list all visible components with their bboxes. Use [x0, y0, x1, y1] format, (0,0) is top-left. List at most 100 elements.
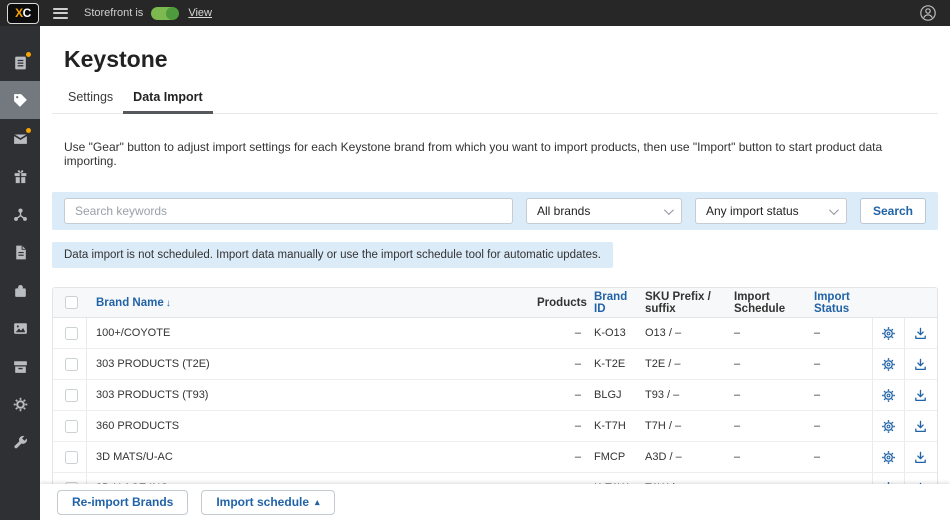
products-cell: –: [537, 420, 585, 432]
view-storefront-link[interactable]: View: [188, 7, 212, 19]
gear-settings-button[interactable]: [872, 349, 904, 379]
import-status-cell: –: [808, 389, 872, 401]
topbar: XC Storefront is View: [0, 0, 950, 26]
gear-settings-button[interactable]: [872, 442, 904, 472]
import-schedule-cell: –: [728, 358, 808, 370]
sku-cell: A3D / –: [639, 451, 728, 463]
search-button[interactable]: Search: [860, 198, 926, 224]
storefront-label: Storefront is: [84, 7, 143, 19]
table-row: 360 PRODUCTS – K-T7H T7H / – – –: [53, 411, 937, 442]
brand-name-cell: 360 PRODUCTS: [87, 420, 537, 432]
reimport-brands-button[interactable]: Re-import Brands: [57, 490, 188, 515]
table-row: 3D MATS/U-AC – FMCP A3D / – – –: [53, 442, 937, 473]
filter-panel: All brands Any import status Search: [52, 192, 938, 230]
import-schedule-cell: –: [728, 420, 808, 432]
sidebar-item-hub[interactable]: [0, 195, 40, 233]
row-checkbox[interactable]: [65, 451, 78, 464]
storefront-toggle[interactable]: [151, 7, 178, 20]
status-select[interactable]: Any import status: [695, 198, 847, 224]
table-row: 303 PRODUCTS (T2E) – K-T2E T2E / – – –: [53, 349, 937, 380]
search-input[interactable]: [64, 198, 513, 224]
tab-settings[interactable]: Settings: [58, 85, 123, 113]
column-import-schedule: Import Schedule: [728, 291, 808, 315]
column-sku-prefix-suffix: SKU Prefix / suffix: [639, 291, 728, 315]
brand-id-cell: K-O13: [585, 327, 639, 339]
brand-name-cell: 100+/COYOTE: [87, 327, 537, 339]
products-cell: –: [537, 451, 585, 463]
table-row: 100+/COYOTE – K-O13 O13 / – – –: [53, 318, 937, 349]
products-cell: –: [537, 327, 585, 339]
sidebar-item-wrench[interactable]: [0, 423, 40, 461]
import-schedule-cell: –: [728, 389, 808, 401]
column-brand-name[interactable]: Brand Name: [96, 297, 164, 309]
page-description: Use "Gear" button to adjust import setti…: [64, 140, 926, 168]
gear-settings-button[interactable]: [872, 318, 904, 348]
import-download-button[interactable]: [904, 380, 936, 410]
import-download-button[interactable]: [904, 442, 936, 472]
sidebar-item-gear[interactable]: [0, 385, 40, 423]
sidebar-item-tag[interactable]: [0, 81, 40, 119]
status-select-value: Any import status: [706, 204, 799, 218]
row-checkbox[interactable]: [65, 420, 78, 433]
account-icon[interactable]: [919, 4, 937, 22]
column-products: Products: [537, 297, 585, 309]
column-brand-id[interactable]: Brand ID: [585, 291, 639, 315]
import-download-button[interactable]: [904, 349, 936, 379]
tabs: Settings Data Import: [52, 85, 938, 114]
brand-id-cell: BLGJ: [585, 389, 639, 401]
tab-data-import[interactable]: Data Import: [123, 85, 212, 114]
sidebar-item-image[interactable]: [0, 309, 40, 347]
select-all-checkbox[interactable]: [65, 296, 78, 309]
notification-badge: [26, 52, 31, 57]
notification-badge: [26, 128, 31, 133]
page-title: Keystone: [64, 46, 926, 73]
app-logo[interactable]: XC: [7, 3, 39, 24]
table-body: 100+/COYOTE – K-O13 O13 / – – – 303 PROD…: [53, 318, 937, 504]
sku-cell: T7H / –: [639, 420, 728, 432]
sidebar-item-gift[interactable]: [0, 157, 40, 195]
row-checkbox[interactable]: [65, 327, 78, 340]
import-download-button[interactable]: [904, 411, 936, 441]
row-checkbox[interactable]: [65, 358, 78, 371]
sku-cell: T2E / –: [639, 358, 728, 370]
import-status-cell: –: [808, 451, 872, 463]
sidebar-item-file[interactable]: [0, 233, 40, 271]
gear-settings-button[interactable]: [872, 411, 904, 441]
sidebar-item-clipboard-list[interactable]: [0, 43, 40, 81]
table-row: 303 PRODUCTS (T93) – BLGJ T93 / – – –: [53, 380, 937, 411]
sort-descending-icon: ↓: [166, 298, 171, 309]
chevron-down-icon: [829, 205, 839, 215]
sidebar-item-inbox[interactable]: [0, 119, 40, 157]
brand-name-cell: 303 PRODUCTS (T93): [87, 389, 537, 401]
import-status-cell: –: [808, 327, 872, 339]
import-schedule-cell: –: [728, 327, 808, 339]
brand-id-cell: K-T7H: [585, 420, 639, 432]
caret-up-icon: ▴: [315, 497, 320, 508]
footer-bar: Re-import Brands Import schedule ▴: [40, 484, 950, 520]
sidebar-item-puzzle[interactable]: [0, 271, 40, 309]
brands-table: Brand Name↓ Products Brand ID SKU Prefix…: [52, 287, 938, 505]
import-status-cell: –: [808, 358, 872, 370]
notice-banner: Data import is not scheduled. Import dat…: [52, 242, 613, 268]
main-content: Keystone Settings Data Import Use "Gear"…: [40, 26, 950, 520]
brand-id-cell: K-T2E: [585, 358, 639, 370]
menu-icon[interactable]: [53, 8, 68, 19]
sidebar-item-archive[interactable]: [0, 347, 40, 385]
import-schedule-cell: –: [728, 451, 808, 463]
chevron-down-icon: [664, 205, 674, 215]
import-status-cell: –: [808, 420, 872, 432]
brand-name-cell: 3D MATS/U-AC: [87, 451, 537, 463]
brand-select[interactable]: All brands: [526, 198, 682, 224]
brand-id-cell: FMCP: [585, 451, 639, 463]
gear-settings-button[interactable]: [872, 380, 904, 410]
sku-cell: O13 / –: [639, 327, 728, 339]
brand-name-cell: 303 PRODUCTS (T2E): [87, 358, 537, 370]
import-download-button[interactable]: [904, 318, 936, 348]
toggle-knob: [166, 7, 179, 20]
products-cell: –: [537, 389, 585, 401]
products-cell: –: [537, 358, 585, 370]
column-import-status[interactable]: Import Status: [808, 291, 872, 315]
import-schedule-button[interactable]: Import schedule ▴: [201, 490, 334, 515]
sku-cell: T93 / –: [639, 389, 728, 401]
row-checkbox[interactable]: [65, 389, 78, 402]
